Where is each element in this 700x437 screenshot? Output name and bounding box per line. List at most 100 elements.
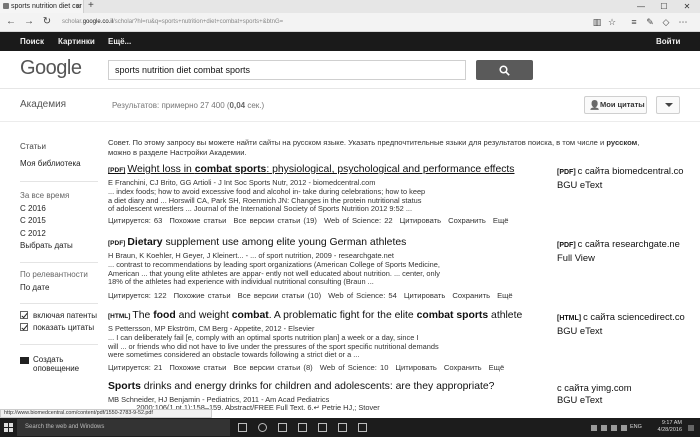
more-link[interactable]: Ещё bbox=[489, 363, 505, 372]
gbar-search-link[interactable]: Поиск bbox=[20, 32, 44, 51]
save-link[interactable]: Сохранить bbox=[448, 216, 486, 225]
result-side-link[interactable]: [HTML] с сайта sciencedirect.co BGU eText bbox=[557, 311, 685, 337]
more-link[interactable]: Ещё bbox=[493, 216, 509, 225]
window-maximize-button[interactable]: ☐ bbox=[655, 0, 673, 13]
subheader-divider bbox=[0, 121, 700, 122]
related-link[interactable]: Похожие статьи bbox=[169, 363, 226, 372]
refresh-icon[interactable]: ↻ bbox=[40, 15, 54, 29]
sidebar-choose-dates[interactable]: Выбрать даты bbox=[20, 241, 73, 250]
more-menu-button[interactable] bbox=[656, 96, 680, 114]
result-snippet: of adolescent wrestlers ... Journal of t… bbox=[108, 204, 413, 213]
result-authors: S Pettersson, MP Ekström, CM Berg - Appe… bbox=[108, 324, 315, 333]
browser-tab[interactable]: sports nutrition diet cor × bbox=[0, 0, 84, 13]
cite-link[interactable]: Цитировать bbox=[404, 291, 445, 300]
gbar-more-link[interactable]: Ещё... bbox=[108, 32, 131, 51]
hub-icon[interactable]: ≡ bbox=[628, 16, 640, 29]
web-of-science-link[interactable]: Web of Science: 54 bbox=[328, 291, 397, 300]
calculator-icon[interactable] bbox=[338, 423, 347, 432]
sidebar-any-time[interactable]: За все время bbox=[20, 191, 69, 200]
versions-link[interactable]: Все версии статьи (8) bbox=[233, 363, 312, 372]
tray-chevron-icon[interactable] bbox=[591, 425, 597, 431]
save-link[interactable]: Сохранить bbox=[444, 363, 482, 372]
file-explorer-icon[interactable] bbox=[278, 423, 287, 432]
result-side-link[interactable]: [PDF] с сайта biomedcentral.co BGU eText bbox=[557, 165, 684, 191]
result-title-link[interactable]: [PDF] Weight loss in combat sports: physi… bbox=[108, 164, 515, 175]
windows-start-icon[interactable] bbox=[4, 423, 13, 432]
address-bar[interactable]: scholar.google.co.il/scholar?hl=ru&q=spo… bbox=[62, 16, 582, 29]
clock[interactable]: 9:17 AM 4/28/2016 bbox=[650, 420, 682, 434]
envelope-icon bbox=[20, 357, 29, 364]
search-input[interactable]: sports nutrition diet combat sports bbox=[108, 60, 466, 80]
show-citations-checkbox[interactable] bbox=[20, 323, 28, 331]
more-actions-icon[interactable]: ⋯ bbox=[677, 16, 689, 29]
versions-link[interactable]: Все версии статьи (19) bbox=[233, 216, 317, 225]
forward-arrow-icon[interactable]: → bbox=[22, 15, 36, 29]
word-app-icon[interactable] bbox=[358, 423, 367, 432]
save-link[interactable]: Сохранить bbox=[452, 291, 490, 300]
favorite-star-icon[interactable]: ☆ bbox=[606, 16, 618, 29]
more-link[interactable]: Ещё bbox=[497, 291, 513, 300]
result-links: Цитируется: 122 Похожие статьи Все версии … bbox=[108, 291, 520, 300]
edge-browser-icon[interactable] bbox=[258, 423, 267, 432]
sidebar-divider bbox=[20, 262, 98, 263]
reading-view-icon[interactable]: ▥ bbox=[591, 16, 603, 29]
windows-taskbar: Search the web and Windows ENG 9:17 AM 4… bbox=[0, 418, 700, 437]
sidebar-by-relevance[interactable]: По релевантности bbox=[20, 270, 88, 279]
google-logo[interactable]: Google bbox=[20, 57, 82, 80]
new-tab-button[interactable]: + bbox=[88, 0, 94, 12]
language-indicator[interactable]: ENG bbox=[630, 424, 642, 430]
window-close-button[interactable]: ✕ bbox=[678, 0, 696, 13]
cite-link[interactable]: Цитировать bbox=[395, 363, 436, 372]
sidebar-since-2012[interactable]: С 2012 bbox=[20, 229, 46, 238]
search-button[interactable] bbox=[476, 60, 533, 80]
result-snippet: 18% of the athletes had experience with … bbox=[108, 277, 374, 286]
task-view-icon[interactable] bbox=[238, 423, 247, 432]
battery-icon[interactable] bbox=[621, 425, 627, 431]
result-title-link[interactable]: Sports drinks and energy drinks for chil… bbox=[108, 381, 494, 392]
my-citations-button[interactable]: 👤 Мои цитаты bbox=[584, 96, 647, 114]
related-link[interactable]: Похожие статьи bbox=[174, 291, 231, 300]
result-side-link[interactable]: с сайта yimg.com BGU eText bbox=[557, 382, 632, 406]
language-tip: Совет. По этому запросу вы можете найти … bbox=[108, 138, 640, 157]
back-arrow-icon[interactable]: ← bbox=[4, 15, 18, 29]
versions-link[interactable]: Все версии статьи (10) bbox=[238, 291, 322, 300]
sidebar-since-2015[interactable]: С 2015 bbox=[20, 216, 46, 225]
sidebar-since-2016[interactable]: С 2016 bbox=[20, 204, 46, 213]
browser-nav-bar: ← → ↻ scholar.google.co.il/scholar?hl=ru… bbox=[0, 13, 700, 32]
include-patents-checkbox[interactable] bbox=[20, 311, 28, 319]
tab-close-icon[interactable]: × bbox=[76, 0, 81, 13]
header-divider bbox=[0, 88, 700, 89]
taskbar-search-input[interactable]: Search the web and Windows bbox=[17, 419, 230, 436]
cited-by-link[interactable]: Цитируется: 21 bbox=[108, 363, 162, 372]
cited-by-link[interactable]: Цитируется: 122 bbox=[108, 291, 167, 300]
sidebar-by-date[interactable]: По дате bbox=[20, 283, 49, 292]
volume-icon[interactable] bbox=[611, 425, 617, 431]
web-of-science-link[interactable]: Web of Science: 10 bbox=[320, 363, 389, 372]
google-favicon-icon bbox=[3, 3, 9, 9]
result-side-link[interactable]: [PDF] с сайта researchgate.ne Full View bbox=[557, 238, 680, 264]
share-icon[interactable]: ◇ bbox=[660, 16, 672, 29]
sidebar-my-library[interactable]: Моя библиотека bbox=[20, 159, 81, 168]
network-icon[interactable] bbox=[601, 425, 607, 431]
sign-in-link[interactable]: Войти bbox=[656, 32, 680, 51]
web-of-science-link[interactable]: Web of Science: 22 bbox=[324, 216, 393, 225]
result-title-link[interactable]: [HTML] The food and weight combat. A prob… bbox=[108, 310, 522, 321]
related-link[interactable]: Похожие статьи bbox=[169, 216, 226, 225]
window-minimize-button[interactable]: — bbox=[632, 0, 650, 13]
result-authors: H Braun, K Koehler, H Geyer, J Kleinert.… bbox=[108, 251, 394, 260]
create-alert-link[interactable]: Создать оповещение bbox=[33, 355, 79, 373]
cited-by-link[interactable]: Цитируется: 63 bbox=[108, 216, 162, 225]
web-note-icon[interactable]: ✎ bbox=[644, 16, 656, 29]
notifications-icon[interactable] bbox=[688, 425, 694, 431]
store-icon[interactable] bbox=[298, 423, 307, 432]
sidebar-articles[interactable]: Статьи bbox=[20, 142, 46, 151]
section-title: Академия bbox=[20, 99, 67, 110]
mail-app-icon[interactable] bbox=[318, 423, 327, 432]
gbar-images-link[interactable]: Картинки bbox=[58, 32, 95, 51]
sidebar-divider bbox=[20, 303, 98, 304]
result-title-link[interactable]: [PDF] Dietary supplement use among elite … bbox=[108, 237, 406, 248]
result-links: Цитируется: 63 Похожие статьи Все версии с… bbox=[108, 216, 515, 225]
browser-tab-bar: sports nutrition diet cor × + — ☐ ✕ bbox=[0, 0, 700, 13]
cite-link[interactable]: Цитировать bbox=[400, 216, 441, 225]
google-top-bar: Поиск Картинки Ещё... Войти bbox=[0, 32, 700, 51]
